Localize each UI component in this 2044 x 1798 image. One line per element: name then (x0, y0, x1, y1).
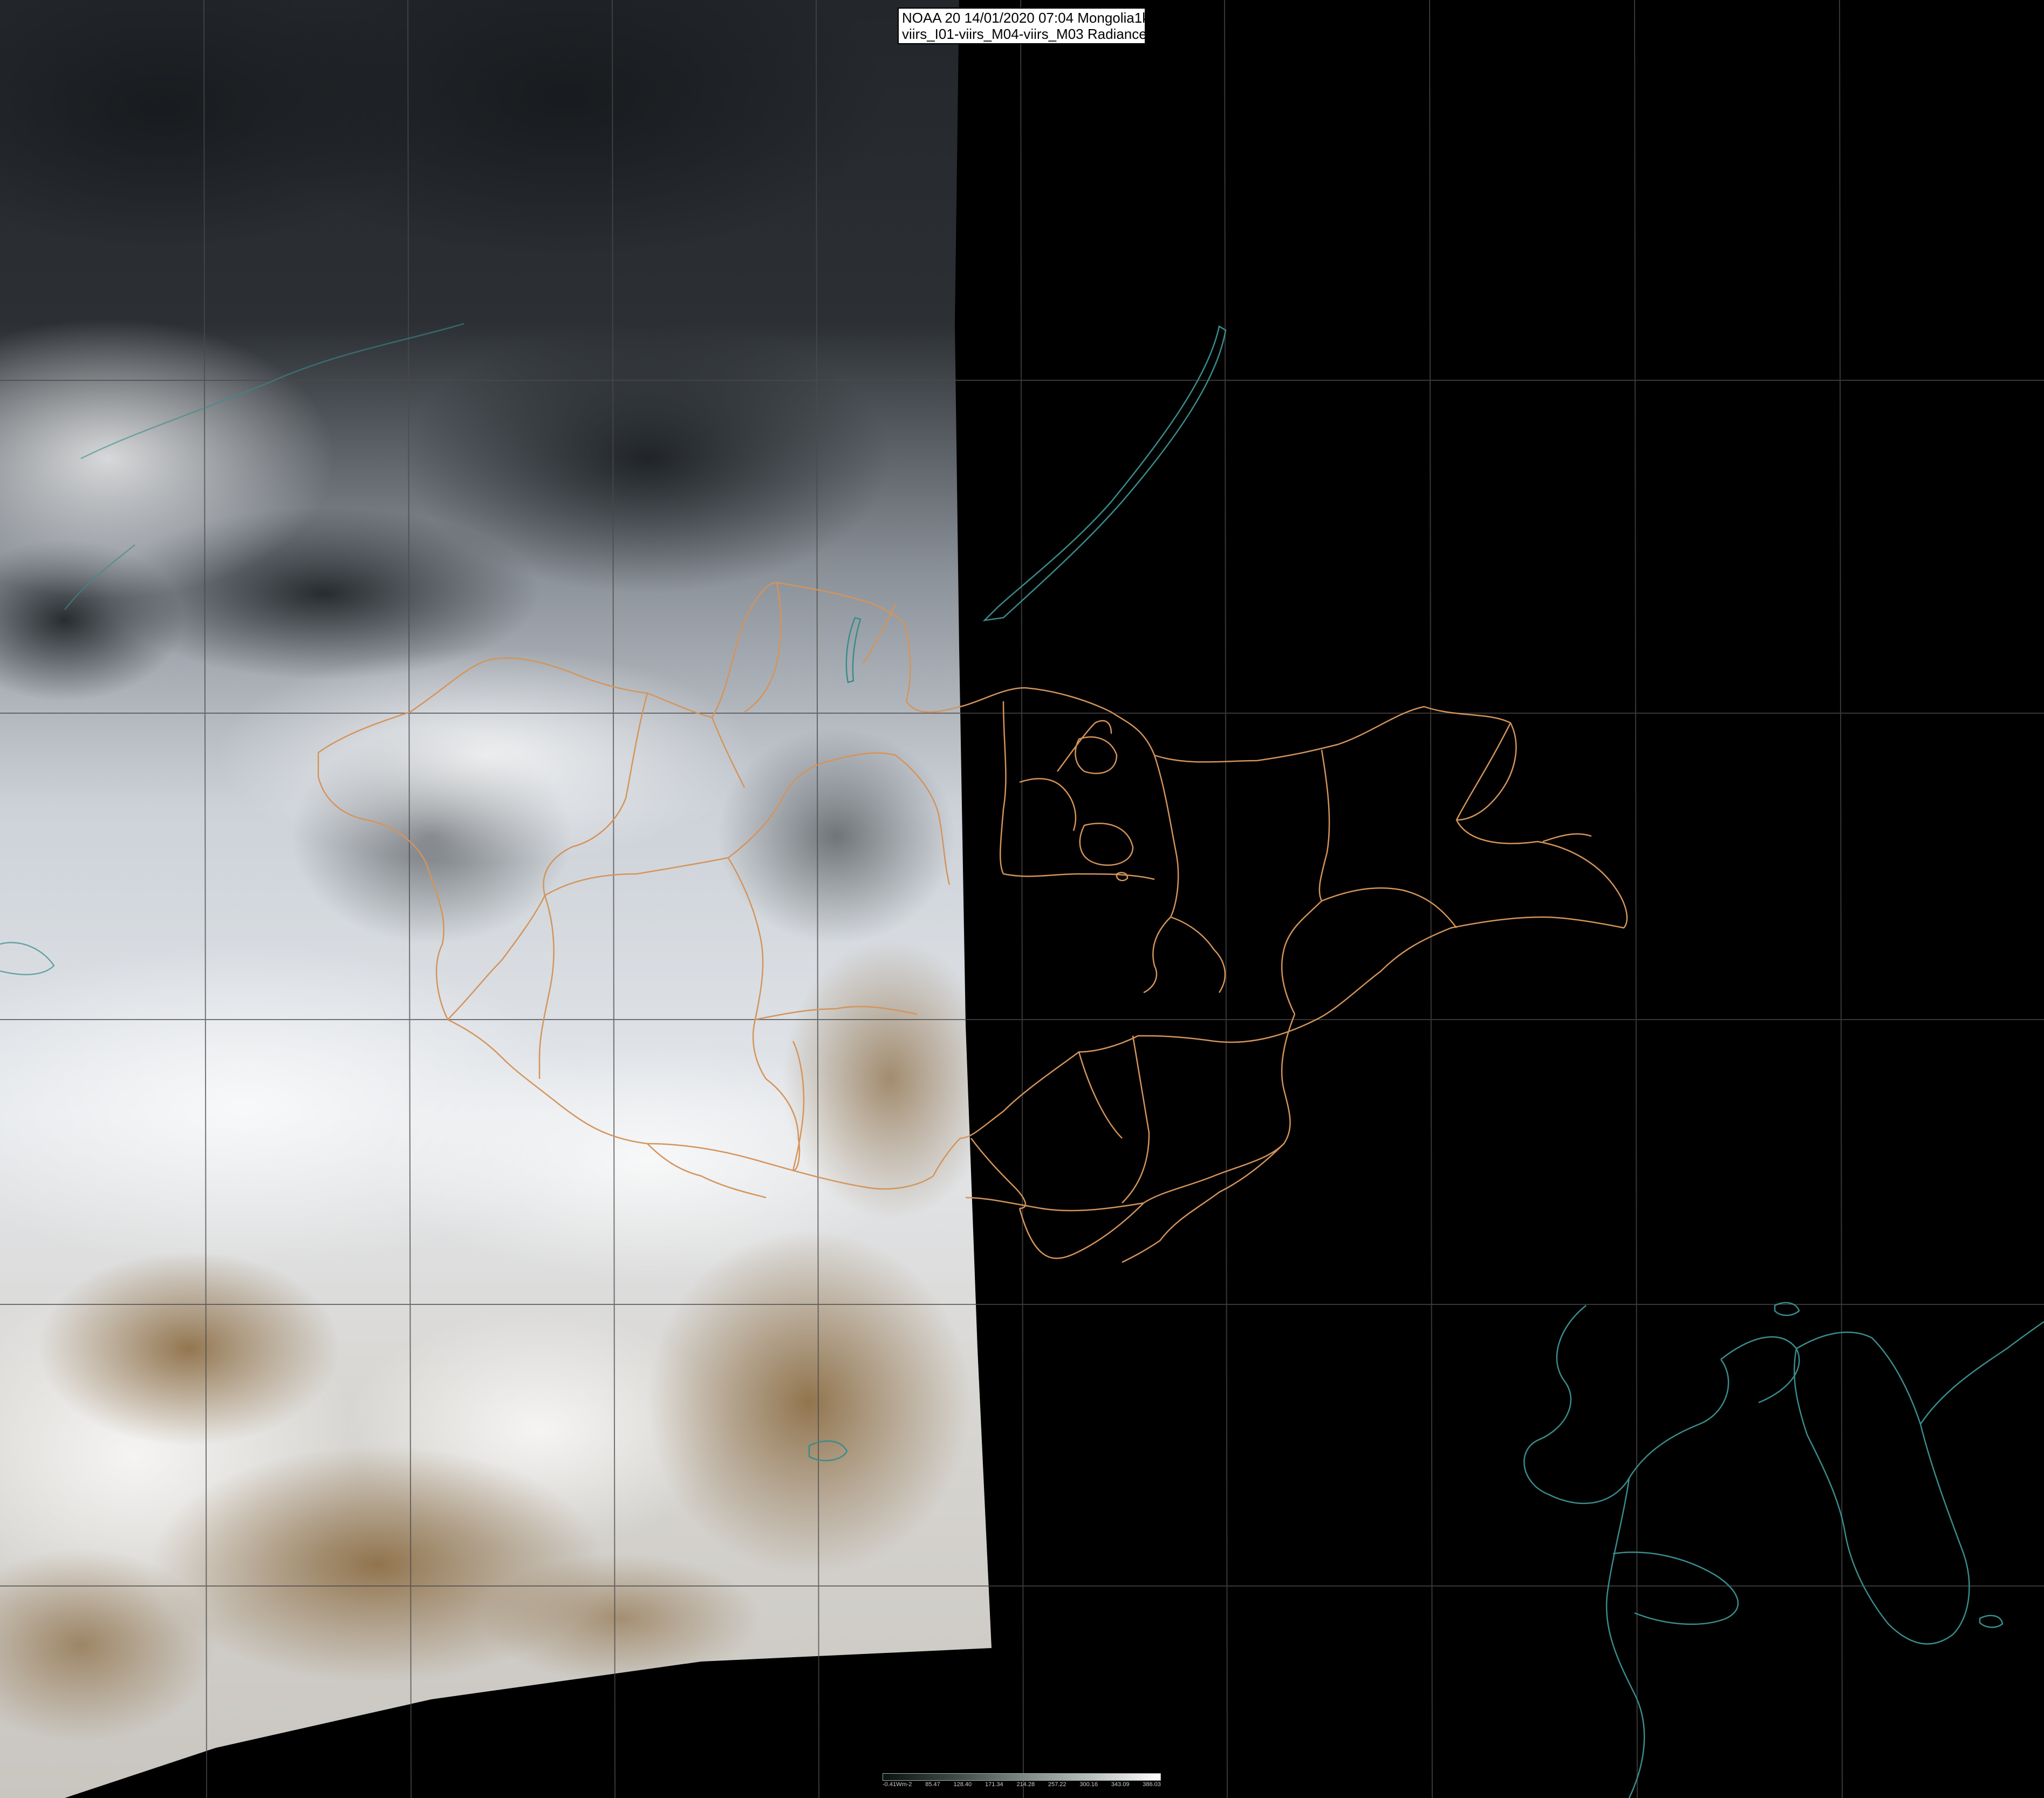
province-border (965, 1197, 1144, 1212)
yellow-sea-coast (1605, 1478, 1645, 1798)
cloud-mass (216, 647, 755, 863)
graticule-line (1429, 0, 1433, 1798)
city-enclave (1075, 736, 1118, 774)
legend-tick: 343.09 (1111, 1781, 1130, 1788)
province-border (1018, 1202, 1144, 1259)
province-border (1170, 916, 1226, 993)
legend-color-bar (883, 1773, 1161, 1781)
graticule-line (1839, 0, 1843, 1798)
province-border (1143, 1014, 1296, 1204)
product-title-label: NOAA 20 14/01/2020 07:04 Mongolia1km vii… (898, 8, 1161, 44)
province-border (1456, 722, 1517, 821)
province-border (1318, 749, 1330, 901)
province-border (999, 701, 1007, 874)
desert-patch (480, 1554, 761, 1683)
liaodong-coast (1720, 1336, 1800, 1404)
satellite-swath (0, 0, 992, 1798)
coastal-island (1979, 1615, 2004, 1628)
province-border (1019, 778, 1077, 831)
province-border (1003, 873, 1155, 880)
graticule-line (1020, 0, 1024, 1798)
province-border (1056, 720, 1112, 772)
desert-patch (38, 1252, 340, 1446)
legend-tick: 386.03 (1143, 1781, 1161, 1788)
province-border (1122, 1035, 1150, 1204)
province-border (1153, 755, 1179, 918)
map-canvas (0, 0, 2044, 1798)
province-border (1143, 917, 1171, 994)
radiance-legend: -0.41Wm-2 85.47 128.40 171.34 214.28 257… (883, 1773, 1161, 1795)
graticule-line (1634, 0, 1638, 1798)
title-line-1: NOAA 20 14/01/2020 07:04 Mongolia1km (902, 10, 1161, 26)
legend-tick: 171.34 (985, 1781, 1003, 1788)
province-border (1542, 833, 1592, 843)
satellite-map-view: NOAA 20 14/01/2020 07:04 Mongolia1km vii… (0, 0, 2044, 1798)
legend-tick: 257.22 (1048, 1781, 1067, 1788)
graticule-line (1224, 0, 1228, 1798)
province-border (1321, 887, 1457, 928)
desert-patch (647, 1230, 971, 1575)
bohai-coast (1523, 1305, 1729, 1505)
legend-tick: 300.16 (1079, 1781, 1098, 1788)
legend-tick: 85.47 (925, 1781, 940, 1788)
korea-coast (1793, 1331, 1970, 1645)
title-line-2: viirs_I01-viirs_M04-viirs_M03 Radiance (902, 26, 1147, 42)
province-border (1281, 900, 1322, 1015)
legend-tick: 214.28 (1016, 1781, 1035, 1788)
province-border (1078, 1051, 1123, 1139)
legend-tick: 128.40 (953, 1781, 972, 1788)
city-enclave (1079, 823, 1134, 866)
desert-patch (782, 939, 992, 1219)
legend-tick: -0.41Wm-2 (883, 1781, 912, 1788)
city-enclave (1116, 872, 1129, 881)
shandong-coast (1612, 1551, 1739, 1625)
legend-tick-labels: -0.41Wm-2 85.47 128.40 171.34 214.28 257… (883, 1781, 1161, 1788)
northeast-coast (1919, 1321, 2044, 1425)
province-border (1122, 1143, 1284, 1263)
